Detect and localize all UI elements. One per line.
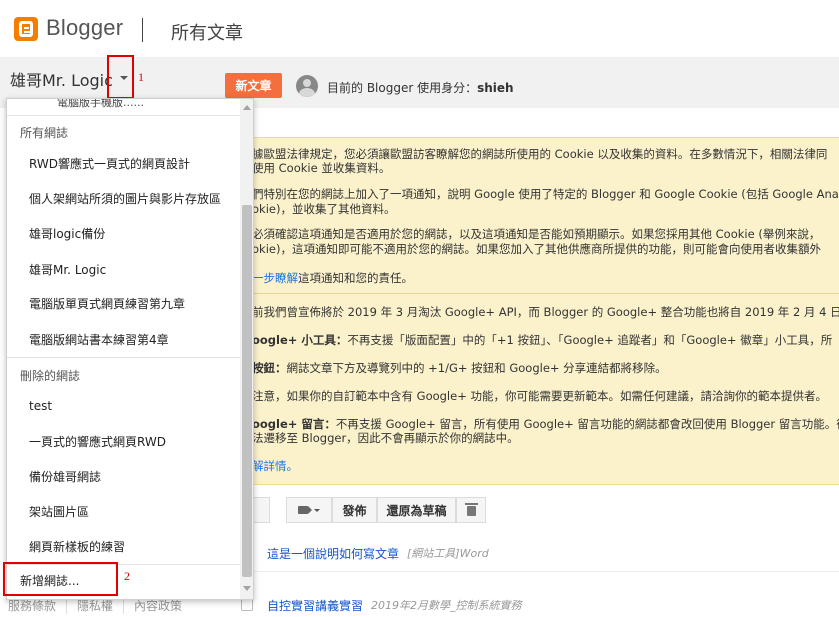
menu-item-blog[interactable]: 電腦版單頁式網頁練習第九章: [29, 295, 234, 312]
blog-selector[interactable]: 雄哥Mr. Logic: [4, 62, 113, 96]
post-checkbox[interactable]: [241, 599, 253, 611]
menu-item-blog[interactable]: 個人架網站所須的圖片與影片存放區: [29, 190, 234, 207]
menu-item-deleted-blog[interactable]: 網頁新樣板的練習: [29, 538, 234, 555]
post-label[interactable]: 2019年2月數學_控制系統實務: [371, 597, 522, 613]
menu-item-deleted-blog[interactable]: 一頁式的響應式網頁RWD: [29, 433, 234, 450]
eu-cookie-notice: 據歐盟法律規定，您必須讓歐盟訪客瞭解您的網誌所使用的 Cookie 以及收集的資…: [225, 137, 839, 485]
identity-prefix: 目前的 Blogger 使用身分：: [327, 81, 478, 95]
scroll-thumb[interactable]: [242, 205, 252, 577]
annotation-1: 1: [138, 70, 144, 84]
new-post-button[interactable]: 新文章: [225, 73, 282, 98]
menu-item-deleted-blog[interactable]: test: [29, 399, 234, 413]
learn-more-link[interactable]: 一步瞭解: [252, 271, 298, 285]
menu-divider: [7, 115, 241, 116]
notice-line: 解詳情。: [252, 458, 298, 474]
notice-line: okie)，這項通知即可能不適用於您的網誌。如果您加入了其他供應商所提供的功能，…: [252, 242, 821, 256]
menu-section-deleted-blogs: 刪除的網誌: [20, 369, 81, 383]
notice-line: 注意，如果你的自訂範本中含有 Google+ 功能，你可能需要更新範本。如需任何…: [252, 389, 827, 403]
brand-name[interactable]: Blogger: [46, 15, 123, 41]
post-row[interactable]: 自控實習講義實習 2019年2月數學_控制系統實務: [225, 584, 839, 617]
notice-line: okie)，並收集了其他資料。: [252, 202, 396, 216]
scroll-down-icon[interactable]: [243, 586, 251, 591]
blogger-logo-icon[interactable]: [14, 17, 38, 41]
menu-item-partial[interactable]: 電腦版手機版......: [57, 99, 144, 110]
scroll-up-icon[interactable]: [243, 105, 251, 110]
current-blog-name[interactable]: 雄哥Mr. Logic: [10, 67, 113, 91]
annotation-highlight-box: [3, 562, 118, 596]
menu-item-blog[interactable]: 雄哥Mr. Logic: [29, 261, 234, 278]
menu-divider: [7, 357, 241, 358]
page-title: 所有文章: [171, 23, 243, 44]
menu-section-all-blogs: 所有網誌: [20, 126, 69, 140]
header-divider: [142, 18, 143, 42]
blog-dropdown-menu: 電腦版手機版...... 所有網誌 RWD響應式一頁式的網頁設計 個人架網站所須…: [6, 98, 254, 600]
notice-line: 一步瞭解這項通知和您的責任。: [252, 271, 413, 285]
notice-line: 法遷移至 Blogger，因此不會再顯示於你的網誌中。: [252, 431, 519, 445]
menu-item-blog[interactable]: 電腦版網站書本練習第4章: [29, 331, 234, 348]
top-bar: Blogger 所有文章: [0, 0, 839, 58]
identity-user: shieh: [477, 81, 514, 95]
notice-line: 們特別在您的網誌上加入了一項通知，說明 Google 使用了特定的 Blogge…: [252, 187, 839, 201]
identity-text: 目前的 Blogger 使用身分：shieh: [327, 79, 514, 96]
annotation-2: 2: [124, 569, 130, 583]
notice-line: oogle+ 小工具：不再支援「版面配置」中的「+1 按鈕」、「Google+ …: [252, 333, 833, 347]
chevron-down-icon: [314, 508, 320, 512]
tag-icon: [298, 506, 312, 514]
post-label[interactable]: [網站工具]Word: [407, 545, 489, 561]
delete-button[interactable]: [456, 497, 486, 523]
menu-item-blog[interactable]: RWD響應式一頁式的網頁設計: [29, 155, 234, 172]
trash-icon: [464, 503, 478, 516]
chevron-down-icon: [120, 76, 128, 80]
blog-dropdown-button[interactable]: [107, 55, 134, 99]
notice-divider: [226, 293, 839, 294]
post-row[interactable]: 這是一個說明如何寫文章 [網站工具]Word: [225, 532, 839, 572]
menu-item-deleted-blog[interactable]: 架站圖片區: [29, 503, 234, 520]
notice-line: 前我們曾宣佈將於 2019 年 3 月淘汰 Google+ API，而 Blog…: [252, 305, 839, 319]
notice-line: 使用 Cookie 並收集資料。: [252, 161, 391, 175]
notice-line: 按鈕：網誌文章下方及導覽列中的 +1/G+ 按鈕和 Google+ 分享連結都將…: [252, 361, 667, 375]
menu-scrollbar[interactable]: [240, 99, 253, 599]
details-link[interactable]: 解詳情。: [252, 459, 298, 473]
label-button[interactable]: [286, 497, 332, 523]
menu-item-blog[interactable]: 雄哥logic備份: [29, 225, 234, 242]
post-title[interactable]: 自控實習講義實習: [267, 597, 363, 614]
publish-button[interactable]: 發佈: [332, 497, 377, 523]
user-avatar-icon[interactable]: [296, 75, 318, 97]
notice-line: 必須確認這項通知是否適用於您的網誌，以及這項通知是否能如預期顯示。如果您採用其他…: [252, 227, 821, 241]
revert-to-draft-button[interactable]: 還原為草稿: [377, 497, 456, 523]
post-title[interactable]: 這是一個說明如何寫文章: [267, 545, 399, 562]
menu-item-deleted-blog[interactable]: 備份雄哥網誌: [29, 468, 234, 485]
